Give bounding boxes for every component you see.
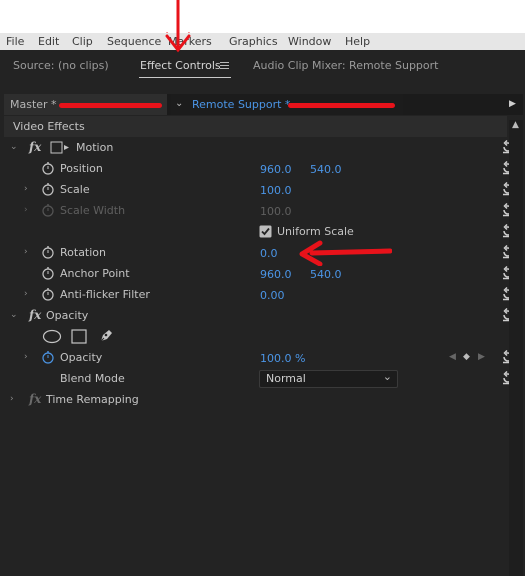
- position-x-value[interactable]: 960.0: [260, 163, 292, 176]
- scale-width-label: Scale Width: [60, 204, 126, 217]
- anti-flicker-row: › Anti-flicker Filter 0.00: [4, 284, 519, 305]
- tab-source[interactable]: Source: (no clips): [13, 59, 109, 72]
- opacity-row: › Opacity 100.0 % ◀ ◆ ▶: [4, 347, 519, 368]
- disclosure-collapsed-icon[interactable]: ›: [10, 394, 14, 404]
- uniform-scale-label: Uniform Scale: [277, 225, 354, 238]
- rotation-value[interactable]: 0.0: [260, 247, 278, 260]
- disclosure-expanded-icon[interactable]: ⌄: [10, 142, 18, 152]
- stopwatch-active-icon[interactable]: [42, 350, 54, 364]
- disclosure-collapsed-icon[interactable]: ›: [24, 184, 28, 194]
- disclosure-expanded-icon[interactable]: ⌄: [10, 310, 18, 320]
- rectangle-mask-icon[interactable]: [71, 329, 87, 344]
- anchor-y-value[interactable]: 540.0: [310, 268, 342, 281]
- active-tab-indicator: [139, 77, 231, 78]
- scale-row: › Scale 100.0: [4, 179, 519, 200]
- disclosure-collapsed-icon[interactable]: ›: [24, 352, 28, 362]
- scale-width-row: › Scale Width 100.0: [4, 200, 519, 221]
- fx-toggle-icon[interactable]: fx: [29, 308, 41, 322]
- blend-mode-value: Normal: [266, 372, 306, 385]
- menu-help[interactable]: Help: [345, 35, 370, 48]
- stopwatch-icon[interactable]: [42, 287, 54, 301]
- stopwatch-icon[interactable]: [42, 182, 54, 196]
- vertical-scrollbar[interactable]: ▲: [509, 120, 523, 576]
- position-label: Position: [60, 162, 103, 175]
- menu-file[interactable]: File: [6, 35, 24, 48]
- video-effects-label: Video Effects: [13, 120, 85, 133]
- uniform-scale-checkbox[interactable]: [259, 225, 272, 238]
- scale-width-value: 100.0: [260, 205, 292, 218]
- position-row: Position 960.0 540.0: [4, 158, 519, 179]
- anchor-point-label: Anchor Point: [60, 267, 130, 280]
- menu-edit[interactable]: Edit: [38, 35, 59, 48]
- blend-mode-select[interactable]: Normal ⌄: [259, 370, 398, 388]
- tab-audio-clip-mixer[interactable]: Audio Clip Mixer: Remote Support: [253, 59, 438, 72]
- stopwatch-icon[interactable]: [42, 266, 54, 280]
- motion-label: Motion: [76, 141, 114, 154]
- menu-graphics[interactable]: Graphics: [229, 35, 278, 48]
- rotation-label: Rotation: [60, 246, 107, 259]
- anti-flicker-label: Anti-flicker Filter: [60, 288, 150, 301]
- sequence-clip-tab[interactable]: ⌄ Remote Support *: [171, 94, 403, 115]
- motion-transform-icon[interactable]: [50, 141, 70, 154]
- time-remapping-row[interactable]: › fx Time Remapping: [4, 389, 519, 410]
- annotation-arrow-head: [165, 28, 191, 53]
- menu-clip[interactable]: Clip: [72, 35, 93, 48]
- master-clip-tab[interactable]: Master *: [4, 94, 167, 115]
- blend-mode-row: Blend Mode Normal ⌄: [4, 368, 519, 389]
- master-clip-label: Master *: [10, 98, 57, 111]
- disclosure-collapsed-icon[interactable]: ›: [24, 247, 28, 257]
- previous-keyframe-icon[interactable]: ◀: [449, 352, 456, 362]
- ellipse-mask-icon[interactable]: [42, 329, 62, 344]
- next-keyframe-icon[interactable]: ▶: [478, 352, 485, 362]
- clip-selector-bar: Master * ⌄ Remote Support * ▶: [4, 94, 523, 115]
- chevron-down-icon: ⌄: [175, 98, 184, 109]
- anchor-x-value[interactable]: 960.0: [260, 268, 292, 281]
- opacity-label: Opacity: [60, 351, 103, 364]
- disclosure-collapsed-icon: ›: [24, 205, 28, 215]
- tab-effect-controls[interactable]: Effect Controls: [140, 59, 221, 72]
- position-y-value[interactable]: 540.0: [310, 163, 342, 176]
- add-keyframe-icon[interactable]: ◆: [463, 352, 470, 362]
- panel-menu-icon[interactable]: [220, 62, 229, 71]
- menu-bar: File Edit Clip Sequence Markers Graphics…: [0, 33, 525, 50]
- play-only-arrow-icon[interactable]: ▶: [509, 99, 516, 109]
- time-remapping-label: Time Remapping: [46, 393, 139, 406]
- disclosure-collapsed-icon[interactable]: ›: [24, 289, 28, 299]
- menu-window[interactable]: Window: [288, 35, 331, 48]
- opacity-value[interactable]: 100.0 %: [260, 352, 305, 365]
- opacity-title-label: Opacity: [46, 309, 89, 322]
- uniform-scale-row: Uniform Scale: [4, 221, 519, 242]
- rotation-row: › Rotation 0.0: [4, 242, 519, 263]
- menu-sequence[interactable]: Sequence: [107, 35, 161, 48]
- stopwatch-icon[interactable]: [42, 161, 54, 175]
- opacity-effect-row[interactable]: ⌄ fx Opacity: [4, 305, 519, 326]
- scale-value[interactable]: 100.0: [260, 184, 292, 197]
- motion-effect-row[interactable]: ⌄ fx Motion: [4, 137, 519, 158]
- stopwatch-icon: [42, 204, 54, 217]
- anchor-point-row: Anchor Point 960.0 540.0: [4, 263, 519, 284]
- effect-controls-panel: Source: (no clips) Effect Controls Audio…: [0, 50, 525, 576]
- anti-flicker-value[interactable]: 0.00: [260, 289, 285, 302]
- fx-toggle-icon[interactable]: fx: [29, 140, 41, 154]
- blend-mode-label: Blend Mode: [60, 372, 125, 385]
- stopwatch-icon[interactable]: [42, 245, 54, 259]
- scale-label: Scale: [60, 183, 90, 196]
- fx-toggle-icon[interactable]: fx: [29, 392, 41, 406]
- video-effects-header: Video Effects: [4, 116, 507, 137]
- redaction-mark: [59, 103, 162, 108]
- redaction-mark: [288, 103, 395, 108]
- sequence-clip-label: Remote Support *: [192, 98, 291, 111]
- mask-tools-row: [4, 326, 519, 347]
- scroll-up-icon[interactable]: ▲: [512, 120, 519, 130]
- chevron-down-icon: ⌄: [382, 370, 392, 383]
- panel-tab-bar: Source: (no clips) Effect Controls Audio…: [0, 50, 525, 88]
- pen-mask-icon[interactable]: [98, 328, 114, 344]
